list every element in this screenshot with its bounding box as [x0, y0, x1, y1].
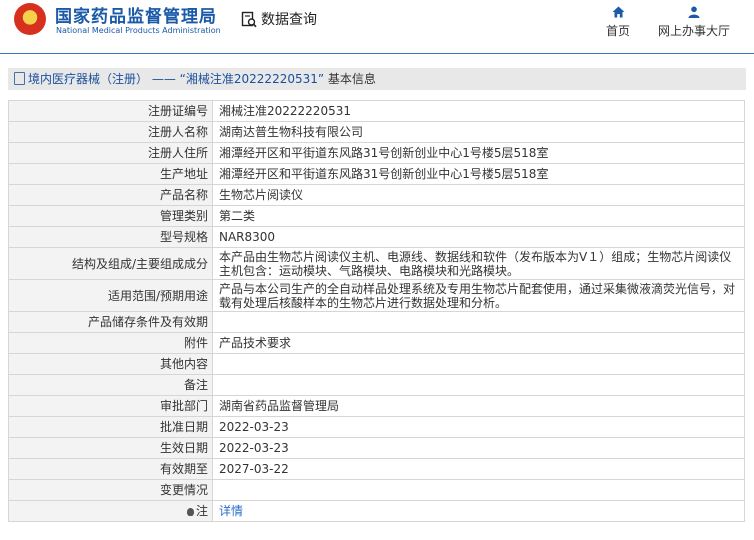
row-label: 审批部门 [8, 395, 213, 417]
table-row: 附件 产品技术要求 [8, 332, 745, 354]
nav-home-label: 首页 [605, 24, 630, 38]
row-value [212, 374, 745, 396]
header-divider [0, 53, 754, 54]
user-icon [654, 4, 734, 20]
row-label: 管理类别 [8, 205, 213, 227]
table-row: 注册人名称 湖南达普生物科技有限公司 [8, 121, 745, 143]
table-row: 注册证编号 湘械注准20222220531 [8, 100, 745, 122]
row-value: 湖南达普生物科技有限公司 [212, 121, 745, 143]
breadcrumb-separator: —— [151, 72, 176, 86]
row-value: 湘潭经开区和平街道东风路31号创新创业中心1号楼5层518室 [212, 163, 745, 185]
home-icon [602, 4, 634, 20]
row-value: 2027-03-22 [212, 458, 745, 480]
details-link[interactable]: 详情 [219, 504, 243, 518]
row-label: 变更情况 [8, 479, 213, 501]
nav-home[interactable]: 首页 [602, 4, 634, 39]
row-value: 第二类 [212, 205, 745, 227]
nav-online-hall-label: 网上办事大厅 [657, 24, 730, 38]
row-value: 生物芯片阅读仪 [212, 184, 745, 206]
row-label: 批准日期 [8, 416, 213, 438]
table-row: 注册人住所 湘潭经开区和平街道东风路31号创新创业中心1号楼5层518室 [8, 142, 745, 164]
row-label: 备注 [8, 374, 213, 396]
row-value: 产品与本公司生产的全自动样品处理系统及专用生物芯片配套使用，通过采集微液滴荧光信… [212, 279, 745, 312]
row-label: 生产地址 [8, 163, 213, 185]
row-value: 2022-03-23 [212, 416, 745, 438]
note-label: 注 [195, 504, 208, 518]
row-label: 生效日期 [8, 437, 213, 459]
row-label: 产品储存条件及有效期 [8, 311, 213, 333]
row-label: 注册人住所 [8, 142, 213, 164]
table-row: 变更情况 [8, 479, 745, 501]
bulb-icon [186, 508, 194, 516]
table-row: 其他内容 [8, 353, 745, 375]
table-row: 有效期至 2027-03-22 [8, 458, 745, 480]
row-label: 其他内容 [8, 353, 213, 375]
row-label: 产品名称 [8, 184, 213, 206]
table-row: 生产地址 湘潭经开区和平街道东风路31号创新创业中心1号楼5层518室 [8, 163, 745, 185]
site-logo-title[interactable]: 国家药品监督管理局 [55, 2, 217, 27]
row-label: 结构及组成/主要组成成分 [8, 247, 213, 280]
row-label: 附件 [8, 332, 213, 354]
data-query-link[interactable]: 数据查询 [241, 8, 317, 30]
note-label-cell: 注 [8, 500, 213, 522]
row-value [212, 311, 745, 333]
row-label: 型号规格 [8, 226, 213, 248]
row-value: 2022-03-23 [212, 437, 745, 459]
data-query-label: 数据查询 [261, 12, 317, 28]
table-row: 审批部门 湖南省药品监督管理局 [8, 395, 745, 417]
nav-online-hall[interactable]: 网上办事大厅 [654, 4, 734, 39]
row-value: 湖南省药品监督管理局 [212, 395, 745, 417]
table-row: 产品名称 生物芯片阅读仪 [8, 184, 745, 206]
site-logo-subtitle[interactable]: National Medical Products Administration [56, 26, 221, 35]
table-row: 生效日期 2022-03-23 [8, 437, 745, 459]
table-row: 结构及组成/主要组成成分 本产品由生物芯片阅读仪主机、电源线、数据线和软件（发布版… [8, 247, 745, 280]
row-value [212, 479, 745, 501]
row-label: 注册人名称 [8, 121, 213, 143]
row-value: 湘潭经开区和平街道东风路31号创新创业中心1号楼5层518室 [212, 142, 745, 164]
table-row: 适用范围/预期用途 产品与本公司生产的全自动样品处理系统及专用生物芯片配套使用，通… [8, 279, 745, 312]
table-row: 产品储存条件及有效期 [8, 311, 745, 333]
document-search-icon [241, 11, 257, 28]
row-label: 注册证编号 [8, 100, 213, 122]
national-emblem-icon[interactable] [14, 3, 46, 35]
breadcrumb: 境内医疗器械（注册） —— “湘械注准20222220531” 基本信息 [8, 68, 746, 90]
table-row: 型号规格 NAR8300 [8, 226, 745, 248]
registration-detail-table: 注册证编号 湘械注准20222220531 注册人名称 湖南达普生物科技有限公司 注… [8, 100, 745, 522]
row-label: 适用范围/预期用途 [8, 279, 213, 312]
row-value: 本产品由生物芯片阅读仪主机、电源线、数据线和软件（发布版本为V１）组成；生物芯片… [212, 247, 745, 280]
row-value: NAR8300 [212, 226, 745, 248]
site-header: 国家药品监督管理局 National Medical Products Admi… [0, 0, 754, 54]
row-label: 有效期至 [8, 458, 213, 480]
table-row-note: 注 详情 [8, 500, 745, 522]
table-row: 批准日期 2022-03-23 [8, 416, 745, 438]
table-row: 备注 [8, 374, 745, 396]
breadcrumb-suffix: 基本信息 [327, 72, 376, 86]
row-value: 湘械注准20222220531 [212, 100, 745, 122]
table-row: 管理类别 第二类 [8, 205, 745, 227]
breadcrumb-section[interactable]: 境内医疗器械（注册） [28, 72, 148, 86]
row-value [212, 353, 745, 375]
document-icon [14, 72, 25, 85]
row-value: 产品技术要求 [212, 332, 745, 354]
breadcrumb-record: “湘械注准20222220531” [179, 72, 325, 86]
note-value-cell: 详情 [212, 500, 745, 522]
